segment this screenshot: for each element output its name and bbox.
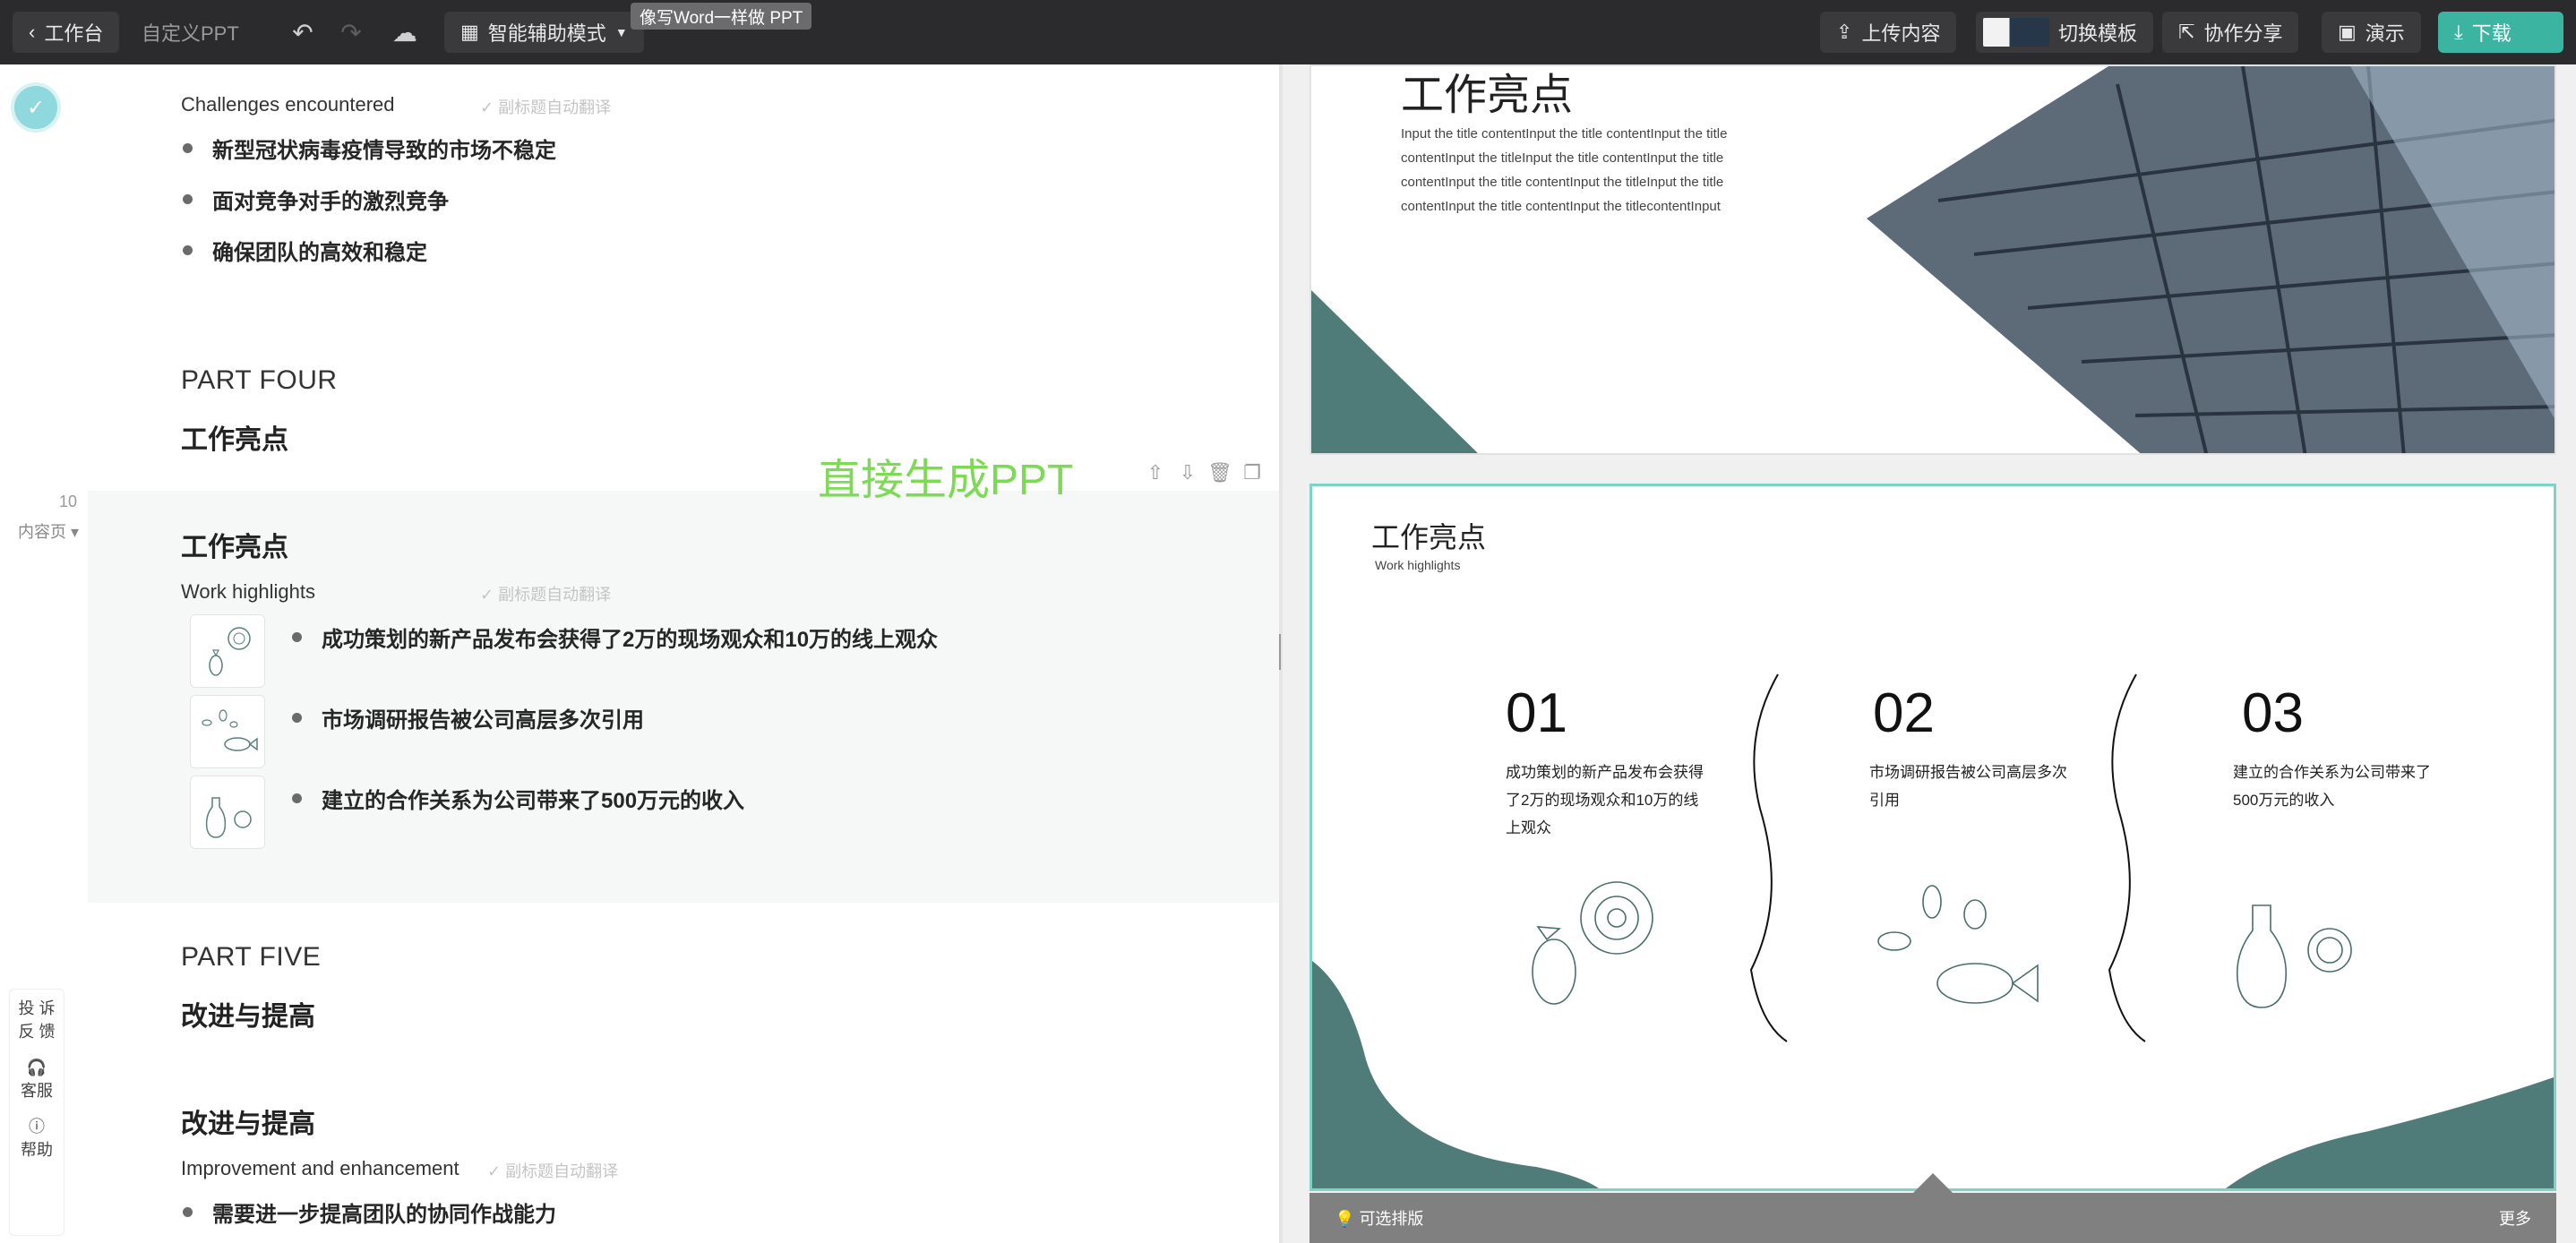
bullet-dot: [292, 713, 302, 723]
share-icon: ⇱: [2178, 21, 2195, 43]
list-item[interactable]: 确保团队的高效和稳定: [183, 235, 427, 266]
delete-icon[interactable]: 🗑: [1207, 460, 1232, 485]
column-text: 建立的合作关系为公司带来了 500万元的收入: [2233, 764, 2431, 809]
more-layouts-button[interactable]: 更多: [2499, 1206, 2531, 1230]
copy-icon[interactable]: ❐: [1240, 460, 1265, 485]
list-item[interactable]: 需要进一步提高团队的协同作战能力: [183, 1196, 556, 1228]
auto-translate-toggle[interactable]: ✓ 副标题自动翻译: [480, 582, 611, 605]
share-button[interactable]: ⇱ 协作分享: [2162, 12, 2299, 53]
slide-paragraph: Input the title contentInput the title c…: [1401, 126, 1728, 214]
page-number: 10: [59, 493, 78, 510]
bullet-dot: [292, 632, 302, 642]
mode-tooltip: 像写Word一样做 PPT: [631, 3, 812, 30]
slide-subtitle: Work highlights: [1375, 558, 1461, 572]
slide-title: 工作亮点: [1401, 72, 1574, 119]
part-label[interactable]: PART FOUR: [181, 365, 338, 396]
bullet-dot: [183, 245, 193, 255]
part-title[interactable]: 改进与提高: [181, 994, 315, 1033]
question-icon: ⓘ: [29, 1118, 45, 1136]
download-icon: ⤓: [2454, 21, 2463, 43]
present-button[interactable]: ▣ 演示: [2322, 12, 2421, 53]
outline-editor: ✓ Challenges encountered ✓ 副标题自动翻译 新型冠状病…: [0, 64, 1279, 1243]
block-title[interactable]: 工作亮点: [181, 525, 288, 564]
list-item[interactable]: 新型冠状病毒疫情导致的市场不稳定: [183, 133, 556, 164]
subtitle-en-input[interactable]: Improvement and enhancement: [181, 1157, 459, 1180]
block-title[interactable]: 改进与提高: [181, 1102, 315, 1141]
layout-options-bar[interactable]: 💡 可选排版 更多: [1309, 1193, 2556, 1243]
column-text: 市场调研报告被公司高层多次 引用: [1869, 764, 2067, 809]
download-button[interactable]: ⤓ 下载: [2438, 12, 2563, 53]
generate-ppt-overlay: 直接生成PPT: [818, 457, 1074, 504]
help-button[interactable]: ⓘ 帮助: [10, 1115, 64, 1162]
subtitle-en-input[interactable]: Work highlights: [181, 580, 315, 604]
present-label: 演示: [2365, 22, 2405, 45]
customer-service-button[interactable]: 🎧 客服: [10, 1056, 64, 1102]
bullet-dot: [183, 1207, 193, 1217]
part-label[interactable]: PART FIVE: [181, 942, 321, 973]
layout-grid-icon: ▦: [460, 21, 479, 43]
feedback-button[interactable]: 投 诉 反 馈: [10, 990, 64, 1043]
document-title[interactable]: 自定义PPT: [142, 12, 239, 53]
share-label: 协作分享: [2203, 22, 2283, 45]
upload-label: 上传内容: [1861, 22, 1941, 45]
move-up-icon[interactable]: ⇧: [1143, 460, 1168, 485]
list-item[interactable]: 市场调研报告被公司高层多次引用: [292, 702, 644, 733]
column-number: 01: [1506, 682, 1567, 744]
list-item[interactable]: 建立的合作关系为公司带来了500万元的收入: [292, 783, 744, 814]
auto-translate-toggle[interactable]: ✓ 副标题自动翻译: [487, 1159, 618, 1182]
template-thumbnail: [1983, 18, 2049, 47]
move-down-icon[interactable]: ⇩: [1175, 460, 1200, 485]
switch-template-button[interactable]: 切换模板: [1976, 12, 2154, 53]
popup-pointer: [1913, 1173, 1953, 1193]
mode-select-button[interactable]: ▦ 智能辅助模式 ▼: [444, 12, 644, 53]
back-to-workbench-button[interactable]: ‹ 工作台: [13, 12, 120, 53]
page-type-select[interactable]: 内容页 ▾: [18, 519, 79, 543]
switch-template-label: 切换模板: [2058, 22, 2138, 45]
bullet-dot: [292, 793, 302, 803]
slide-background-art: [1312, 673, 2554, 1188]
vegetable-illustration-icon: [209, 627, 251, 676]
illustration-card[interactable]: [190, 695, 265, 768]
caret-down-icon: ▼: [614, 25, 628, 39]
fish-illustration-icon: [202, 709, 258, 751]
lightbulb-icon: 💡: [1335, 1210, 1355, 1228]
redo-icon[interactable]: ↷: [337, 18, 365, 47]
subtitle-en-input[interactable]: Challenges encountered: [181, 93, 395, 116]
layout-hint[interactable]: 💡 可选排版: [1335, 1206, 1423, 1230]
oil-bottle-illustration-icon: [205, 797, 252, 838]
column-text: 成功策划的新产品发布会获得 了2万的现场观众和10万的线 上观众: [1506, 764, 1704, 836]
part-title[interactable]: 工作亮点: [181, 417, 288, 457]
illustration-card[interactable]: [190, 776, 265, 849]
download-label: 下载: [2471, 22, 2512, 45]
slide-preview-pane: 工作亮点 Input the title contentInput the ti…: [1283, 64, 2576, 1243]
illustration-card[interactable]: [190, 614, 265, 688]
column-number: 03: [2242, 682, 2304, 744]
list-item[interactable]: 成功策划的新产品发布会获得了2万的现场观众和10万的线上观众: [292, 622, 938, 653]
auto-translate-toggle[interactable]: ✓ 副标题自动翻译: [480, 95, 611, 118]
help-sidebar: 投 诉 反 馈 🎧 客服 ⓘ 帮助: [9, 989, 64, 1236]
upload-icon: ⇪: [1836, 21, 1853, 43]
upload-content-button[interactable]: ⇪ 上传内容: [1820, 12, 1957, 53]
undo-icon[interactable]: ↶: [288, 18, 317, 47]
present-icon: ▣: [2338, 21, 2357, 43]
shield-icon[interactable]: ✓: [11, 82, 61, 133]
back-label: 工作台: [44, 22, 104, 45]
mode-label: 智能辅助模式: [487, 22, 606, 45]
list-item[interactable]: 面对竞争对手的激烈竞争: [183, 184, 449, 215]
cloud-save-icon[interactable]: ☁: [391, 18, 419, 47]
chevron-left-icon: ‹: [29, 21, 36, 43]
slide-thumbnail-selected[interactable]: 工作亮点 Work highlights 01 成功策划的新产品发布会获得 了2…: [1309, 484, 2556, 1191]
column-number: 02: [1873, 682, 1935, 744]
headset-icon: 🎧: [26, 1059, 47, 1076]
bullet-dot: [183, 143, 193, 153]
slide-title: 工作亮点: [1371, 521, 1487, 553]
top-toolbar: ‹ 工作台 自定义PPT ↶ ↷ ☁ ▦ 智能辅助模式 ▼ 像写Word一样做 …: [0, 0, 2576, 64]
bullet-dot: [183, 194, 193, 204]
slide-thumbnail[interactable]: 工作亮点 Input the title contentInput the ti…: [1309, 64, 2556, 455]
